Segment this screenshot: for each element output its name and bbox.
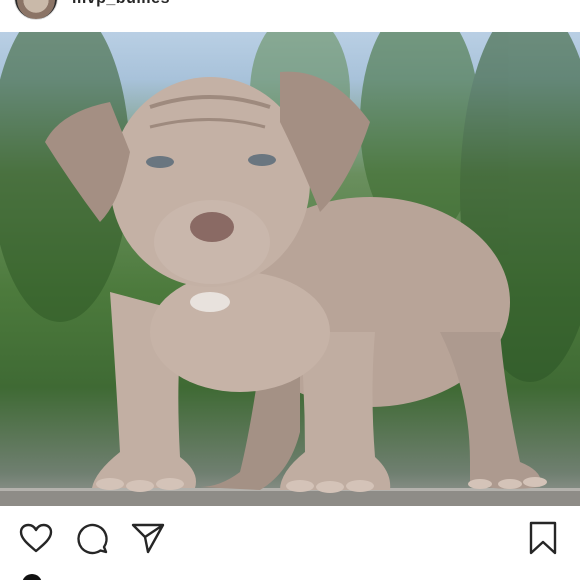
share-button[interactable] (130, 520, 166, 556)
likes-row (0, 568, 580, 580)
post-photo[interactable] (0, 32, 580, 506)
send-icon (131, 523, 165, 554)
like-button[interactable] (18, 520, 54, 556)
save-button[interactable] (525, 520, 561, 556)
comment-button[interactable] (74, 520, 110, 556)
action-bar (0, 506, 580, 568)
heart-icon (19, 523, 53, 553)
post-header: mvp_bullies (0, 0, 580, 32)
instagram-post: mvp_bullies (0, 0, 580, 580)
bookmark-icon (529, 521, 557, 555)
puppy-photo (0, 32, 580, 506)
username-link[interactable]: mvp_bullies (72, 0, 170, 8)
comment-icon (77, 523, 108, 555)
profile-avatar[interactable] (14, 0, 58, 20)
liker-avatar[interactable] (22, 574, 42, 580)
